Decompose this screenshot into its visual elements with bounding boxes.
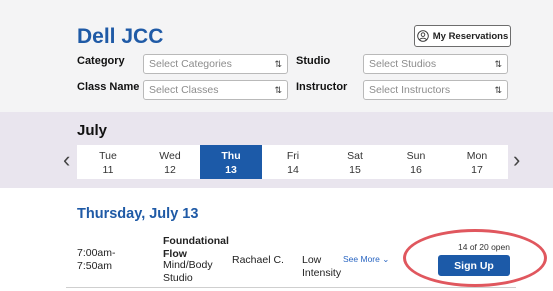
day-name: Tue: [99, 150, 117, 162]
day-name: Thu: [221, 150, 241, 162]
month-label: July: [77, 122, 108, 139]
studio-label: Studio: [296, 55, 331, 67]
dropdown-arrows-icon: ⇅: [494, 59, 501, 69]
day-date: 17: [471, 164, 483, 176]
day-tab-selected[interactable]: Thu 13: [200, 145, 262, 179]
highlight-circle-annotation: [403, 229, 547, 287]
class-name-select[interactable]: Select Classes ⇅: [143, 80, 288, 100]
class-name-label: Class Name: [77, 81, 140, 93]
class-category-line2: Studio: [163, 272, 193, 284]
schedule-date-heading: Thursday, July 13: [77, 206, 199, 222]
day-date: 12: [164, 164, 176, 176]
class-name-placeholder: Select Classes: [149, 84, 219, 96]
day-tab[interactable]: Mon 17: [446, 145, 508, 179]
class-name[interactable]: Foundational Flow: [163, 235, 229, 261]
day-name: Wed: [159, 150, 181, 162]
class-intensity: Low Intensity: [302, 254, 341, 280]
day-strip: Tue 11 Wed 12 Thu 13 Fri 14 Sat 15 Sun 1…: [77, 145, 508, 179]
day-date: 16: [410, 164, 422, 176]
dropdown-arrows-icon: ⇅: [494, 85, 501, 95]
class-category: Mind/Body Studio: [163, 259, 213, 285]
class-time: 7:00am- 7:50am: [77, 247, 116, 273]
day-name: Mon: [466, 150, 488, 162]
prev-week-chevron-icon[interactable]: ‹: [63, 149, 70, 171]
class-intensity-line1: Low: [302, 254, 322, 266]
instructor-select[interactable]: Select Instructors ⇅: [363, 80, 508, 100]
category-label: Category: [77, 55, 125, 67]
day-date: 11: [102, 164, 114, 176]
day-tab[interactable]: Tue 11: [77, 145, 139, 179]
see-more-link[interactable]: See More ⌄: [343, 254, 389, 265]
day-tab[interactable]: Sat 15: [324, 145, 386, 179]
day-name: Sun: [406, 150, 426, 162]
class-time-end: 7:50am: [77, 260, 113, 272]
studio-select[interactable]: Select Studios ⇅: [363, 54, 508, 74]
category-placeholder: Select Categories: [149, 58, 232, 70]
studio-placeholder: Select Studios: [369, 58, 437, 70]
class-name-line1: Foundational: [163, 235, 229, 247]
instructor-placeholder: Select Instructors: [369, 84, 451, 96]
my-reservations-button[interactable]: My Reservations: [414, 25, 511, 47]
day-date: 13: [225, 164, 237, 176]
class-category-line1: Mind/Body: [163, 259, 213, 271]
dropdown-arrows-icon: ⇅: [274, 59, 281, 69]
day-date: 14: [287, 164, 299, 176]
day-tab[interactable]: Fri 14: [262, 145, 324, 179]
category-select[interactable]: Select Categories ⇅: [143, 54, 288, 74]
dropdown-arrows-icon: ⇅: [274, 85, 281, 95]
my-reservations-label: My Reservations: [432, 30, 509, 42]
day-tab[interactable]: Sun 16: [385, 145, 447, 179]
instructor-label: Instructor: [296, 81, 348, 93]
class-time-start: 7:00am-: [77, 247, 116, 259]
day-date: 15: [349, 164, 361, 176]
divider: [66, 287, 516, 288]
next-week-chevron-icon[interactable]: ›: [513, 149, 520, 171]
user-circle-icon: [416, 30, 429, 42]
page-title: Dell JCC: [77, 25, 164, 48]
day-tab[interactable]: Wed 12: [139, 145, 201, 179]
class-intensity-line2: Intensity: [302, 267, 342, 279]
day-name: Fri: [286, 150, 300, 162]
class-instructor: Rachael C.: [232, 254, 284, 266]
day-name: Sat: [347, 150, 363, 162]
